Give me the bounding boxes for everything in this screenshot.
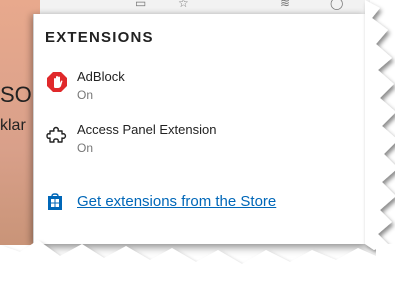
favorites-star-icon[interactable]: ☆ — [178, 0, 189, 10]
background-heading-fragment: SO — [0, 82, 32, 107]
extension-status: On — [77, 88, 94, 102]
reading-view-icon[interactable]: ▭ — [135, 0, 146, 10]
extensions-panel: EXTENSIONS AdBlock On Access Panel Exten… — [33, 14, 366, 244]
extension-name: Access Panel Extension — [77, 122, 217, 137]
background-text-fragment: klar — [0, 117, 26, 134]
store-link-label[interactable]: Get extensions from the Store — [77, 193, 276, 210]
more-icon[interactable]: ◯ — [330, 0, 343, 10]
store-link[interactable]: Get extensions from the Store — [44, 192, 324, 216]
puzzle-piece-icon — [46, 126, 67, 143]
hub-icon[interactable]: ≋ — [280, 0, 290, 10]
extension-item-adblock[interactable]: AdBlock On — [44, 69, 344, 107]
browser-toolbar: ▭ ☆ ≋ ◯ — [40, 0, 370, 15]
panel-title: EXTENSIONS — [45, 29, 154, 46]
extension-status: On — [77, 141, 94, 155]
adblock-hand-icon — [47, 72, 67, 92]
windows-store-icon — [48, 193, 62, 210]
extension-name: AdBlock — [77, 69, 125, 84]
extension-item-access-panel[interactable]: Access Panel Extension On — [44, 122, 344, 160]
